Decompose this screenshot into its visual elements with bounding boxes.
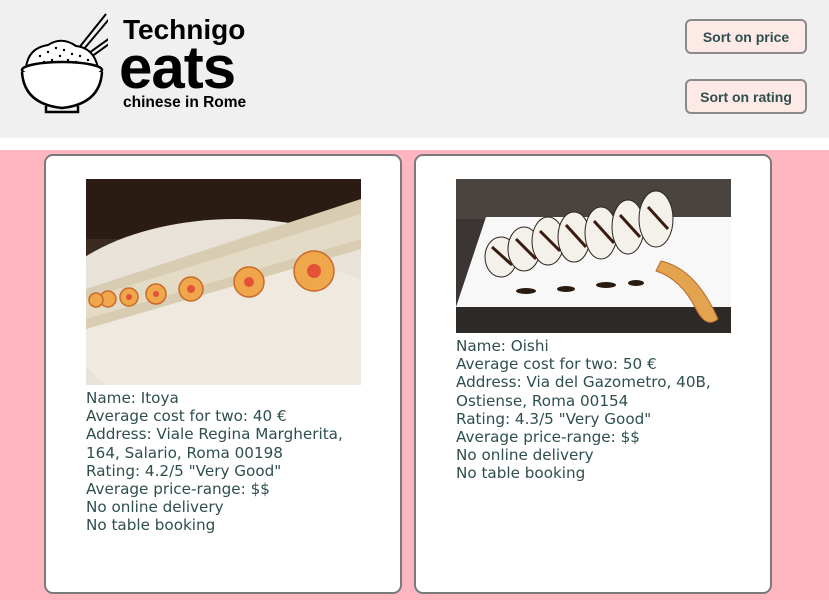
restaurant-booking: No table booking bbox=[456, 464, 586, 483]
restaurant-info: Name: Oishi Average cost for two: 50 € A… bbox=[456, 337, 746, 483]
brand-tagline: chinese in Rome bbox=[123, 94, 247, 111]
restaurant-price-range: Average price-range: $$ bbox=[456, 428, 640, 447]
restaurant-name: Name: Oishi bbox=[456, 337, 549, 355]
header: Technigo eats chinese in Rome Sort on pr… bbox=[0, 0, 829, 138]
restaurant-card: Name: Oishi Average cost for two: 50 € A… bbox=[414, 154, 772, 594]
restaurant-address: Address: Viale Regina Margherita, 164, S… bbox=[86, 425, 343, 462]
restaurant-address: Address: Via del Gazometro, 40B, Ostiens… bbox=[456, 373, 711, 410]
restaurant-name: Name: Itoya bbox=[86, 389, 179, 407]
restaurant-delivery: No online delivery bbox=[456, 446, 594, 465]
restaurant-delivery: No online delivery bbox=[86, 498, 224, 517]
restaurant-cost: Average cost for two: 40 € bbox=[86, 407, 287, 426]
restaurant-price-range: Average price-range: $$ bbox=[86, 480, 270, 499]
restaurant-cost: Average cost for two: 50 € bbox=[456, 355, 657, 374]
sort-rating-button[interactable]: Sort on rating bbox=[685, 79, 807, 114]
rice-bowl-icon bbox=[20, 13, 108, 114]
sort-price-button[interactable]: Sort on price bbox=[685, 19, 807, 54]
restaurant-rating: Rating: 4.2/5 "Very Good" bbox=[86, 461, 282, 480]
logo: Technigo eats chinese in Rome bbox=[18, 12, 278, 120]
divider bbox=[0, 138, 829, 150]
restaurant-rating: Rating: 4.3/5 "Very Good" bbox=[456, 409, 652, 428]
restaurant-card: Name: Itoya Average cost for two: 40 € A… bbox=[44, 154, 402, 594]
restaurant-info: Name: Itoya Average cost for two: 40 € A… bbox=[86, 389, 376, 535]
restaurant-photo bbox=[86, 179, 361, 385]
brand-name-main: eats bbox=[119, 34, 236, 101]
restaurant-booking: No table booking bbox=[86, 516, 216, 535]
restaurant-photo bbox=[456, 179, 731, 333]
